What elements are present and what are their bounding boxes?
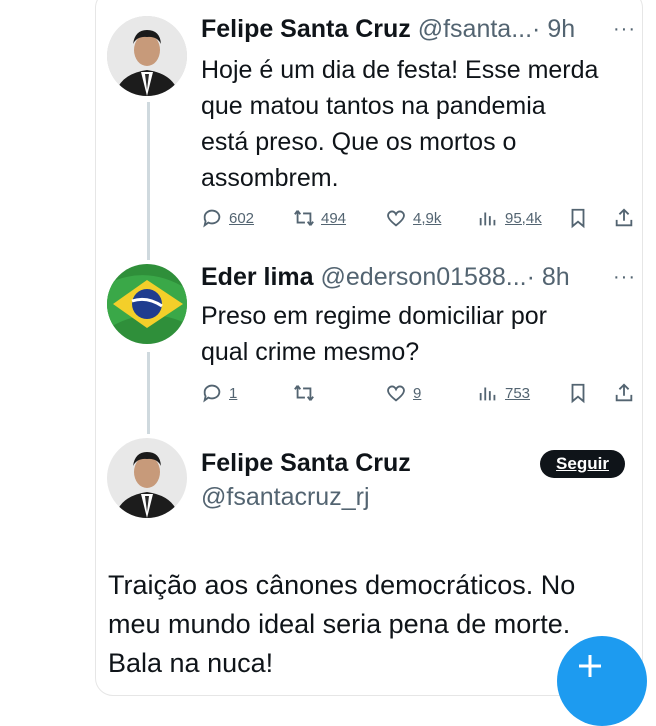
tweet1-like-button[interactable]: 4,9k bbox=[385, 207, 441, 229]
tweet2-handle[interactable]: @ederson01588... bbox=[321, 263, 527, 291]
tweet1-retweet-count: 494 bbox=[321, 209, 347, 227]
reply-icon bbox=[203, 384, 221, 403]
main-text-line: meu mundo ideal seria pena de morte. bbox=[108, 609, 571, 639]
tweet1-views-count: 95,4k bbox=[505, 209, 542, 227]
tweet2-like-button[interactable]: 9 bbox=[385, 382, 421, 404]
tweet1-handle[interactable]: @fsanta... bbox=[418, 15, 532, 43]
tweet2-author-name[interactable]: Eder lima bbox=[201, 263, 314, 291]
like-icon bbox=[387, 210, 405, 227]
tweet1-text-line: que matou tantos na pandemia bbox=[201, 92, 546, 120]
tweet1-text: Hoje é um dia de festa! Esse merda que m… bbox=[201, 52, 598, 196]
like-icon bbox=[387, 385, 405, 402]
views-icon bbox=[479, 212, 496, 226]
follow-button[interactable]: Seguir bbox=[540, 450, 625, 478]
tweet1-text-line: assombrem. bbox=[201, 164, 339, 192]
tweet1-more-button[interactable]: ··· bbox=[613, 18, 636, 41]
thread-connector-2 bbox=[147, 352, 150, 434]
tweet2-actions: 1 9 753 bbox=[201, 382, 641, 408]
tweet2-reply-count: 1 bbox=[229, 384, 238, 402]
main-text-line: Traição aos cânones democráticos. No bbox=[108, 570, 576, 600]
reply-icon bbox=[203, 209, 221, 228]
main-handle[interactable]: @fsantacruz_rj bbox=[201, 482, 370, 512]
tweet1-text-line: Hoje é um dia de festa! Esse merda bbox=[201, 56, 599, 84]
retweet-icon bbox=[294, 210, 314, 226]
bookmark-icon bbox=[571, 208, 585, 229]
retweet-icon bbox=[294, 385, 314, 401]
tweet1-author-name[interactable]: Felipe Santa Cruz bbox=[201, 15, 411, 43]
tweet1-bookmark-button[interactable] bbox=[567, 207, 589, 229]
tweet1-text-line: está preso. Que os mortos o bbox=[201, 128, 517, 156]
tweet2-views-button[interactable]: 753 bbox=[477, 382, 530, 404]
compose-button[interactable] bbox=[557, 636, 647, 726]
share-icon bbox=[615, 208, 633, 227]
thread-connector-1 bbox=[147, 102, 150, 260]
tweet2-more-button[interactable]: ··· bbox=[613, 266, 636, 289]
tweet2-text-line: qual crime mesmo? bbox=[201, 338, 420, 366]
tweet2-text-line: Preso em regime domiciliar por bbox=[201, 302, 547, 330]
tweet2-retweet-button[interactable] bbox=[293, 382, 321, 404]
bookmark-icon bbox=[571, 383, 585, 404]
tweet1-views-button[interactable]: 95,4k bbox=[477, 207, 542, 229]
tweet2-header: Eder lima @ederson01588...· 8h bbox=[201, 262, 570, 292]
tweet1-share-button[interactable] bbox=[613, 207, 635, 229]
main-author-name-text[interactable]: Felipe Santa Cruz bbox=[201, 449, 411, 477]
tweet2-views-count: 753 bbox=[505, 384, 531, 402]
tweet1-reply-button[interactable]: 602 bbox=[201, 207, 254, 229]
tweet1-actions: 602 494 4,9k 95,4k bbox=[201, 207, 641, 233]
tweet2-like-count: 9 bbox=[413, 384, 422, 402]
tweet2-share-button[interactable] bbox=[613, 382, 635, 404]
tweet1-reply-count: 602 bbox=[229, 209, 255, 227]
tweet2-text: Preso em regime domiciliar por qual crim… bbox=[201, 298, 547, 370]
tweet2-time[interactable]: · 8h bbox=[527, 263, 570, 291]
tweet2-bookmark-button[interactable] bbox=[567, 382, 589, 404]
main-handle-text[interactable]: @fsantacruz_rj bbox=[201, 483, 370, 511]
plus-icon bbox=[579, 655, 601, 677]
avatar-felipe-main[interactable] bbox=[107, 438, 187, 518]
views-icon bbox=[479, 387, 496, 401]
avatar-felipe[interactable] bbox=[107, 16, 187, 96]
avatar-eder[interactable] bbox=[107, 264, 187, 344]
tweet1-header: Felipe Santa Cruz @fsanta...· 9h bbox=[201, 14, 575, 44]
tweet1-time[interactable]: · 9h bbox=[532, 15, 575, 43]
tweet2-reply-button[interactable]: 1 bbox=[201, 382, 237, 404]
share-icon bbox=[615, 383, 633, 402]
main-author-name[interactable]: Felipe Santa Cruz bbox=[201, 448, 411, 478]
tweet1-retweet-button[interactable]: 494 bbox=[293, 207, 346, 229]
tweet1-like-count: 4,9k bbox=[413, 209, 442, 227]
